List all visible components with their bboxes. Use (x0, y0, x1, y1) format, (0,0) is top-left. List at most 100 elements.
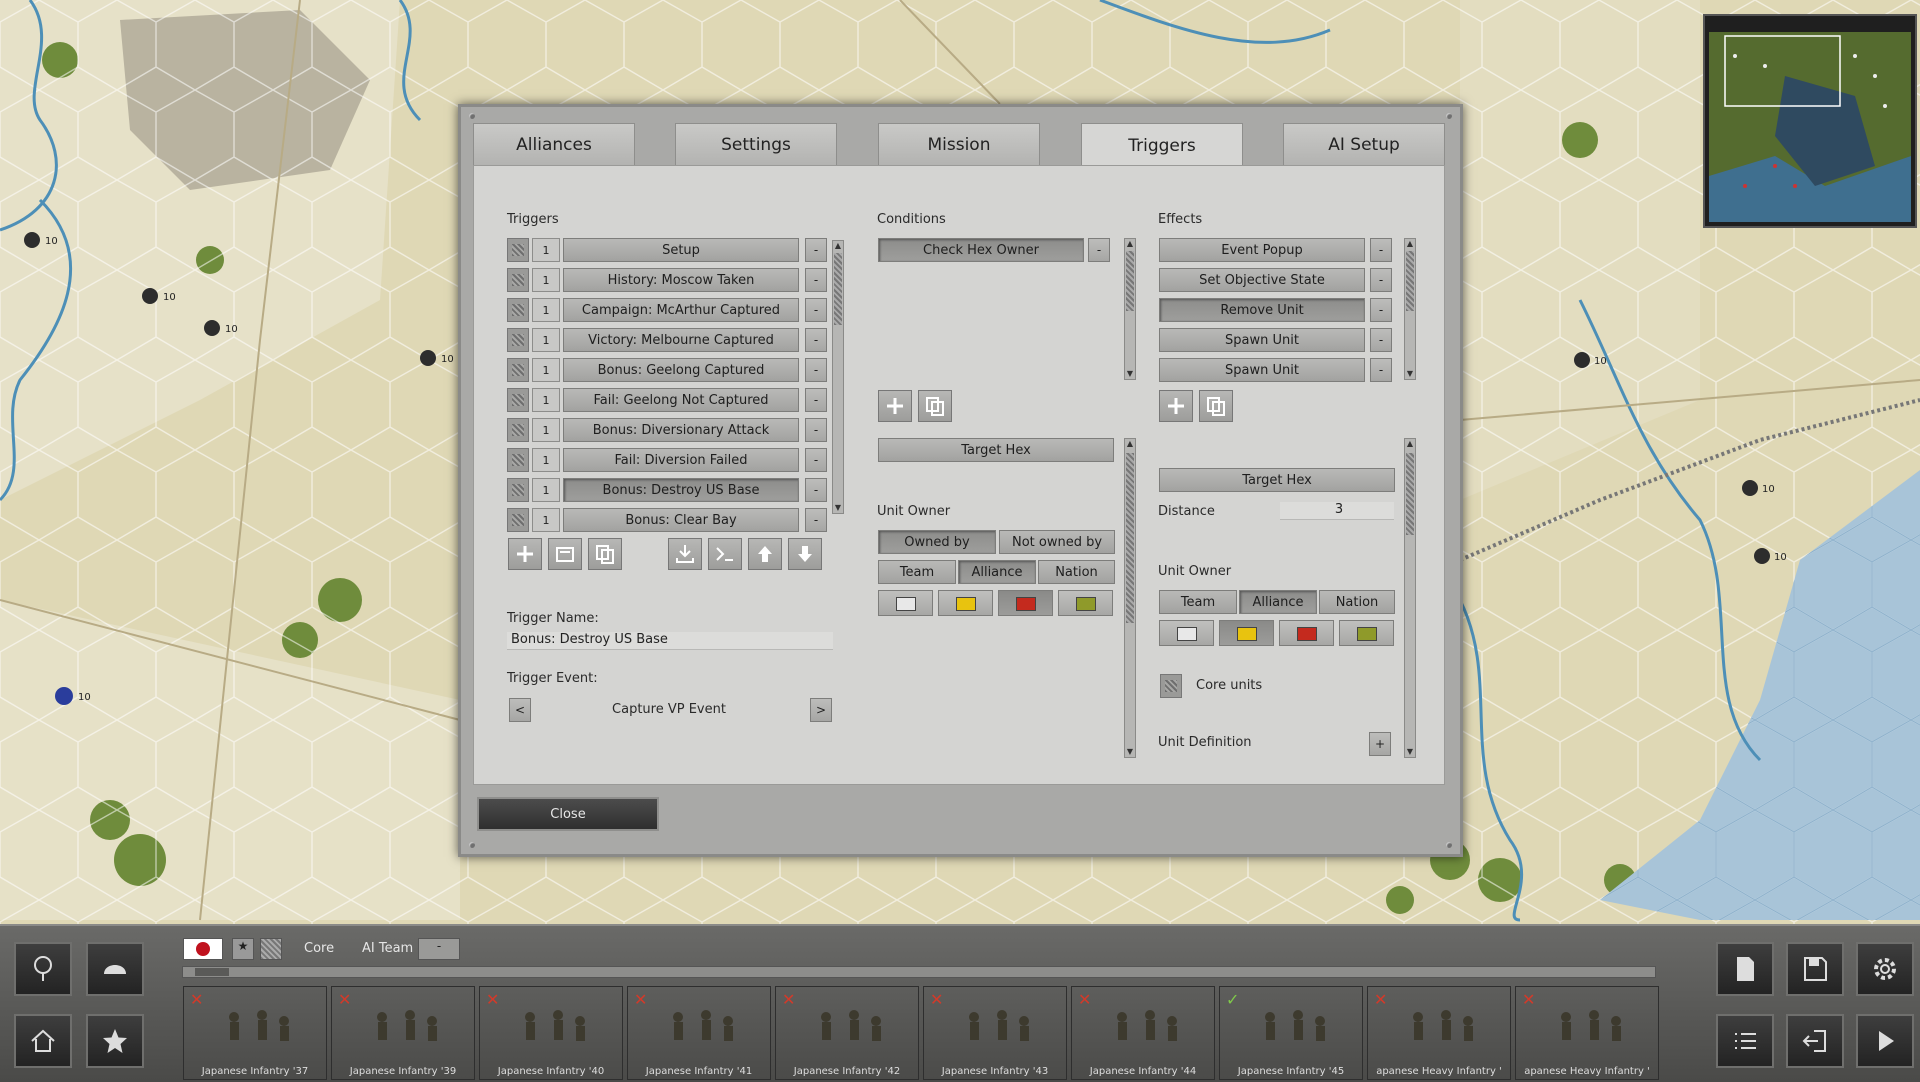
scroll-thumb[interactable] (834, 253, 842, 325)
condition-alliance-button[interactable]: Alliance (958, 560, 1036, 584)
japan-flag-icon[interactable] (183, 938, 223, 960)
duplicate-condition-button[interactable] (918, 390, 952, 422)
effect-remove-button[interactable]: - (1370, 268, 1392, 292)
scroll-down-icon[interactable]: ▼ (1125, 747, 1135, 757)
core-filter-checkbox[interactable] (260, 938, 282, 960)
trigger-remove-button[interactable]: - (805, 358, 827, 382)
trigger-item[interactable]: Bonus: Geelong Captured (563, 358, 799, 382)
move-down-button[interactable] (788, 538, 822, 570)
effect-color-red[interactable] (1279, 620, 1334, 646)
scroll-up-icon[interactable]: ▲ (833, 241, 843, 251)
add-trigger-button[interactable] (508, 538, 542, 570)
effect-remove-button[interactable]: - (1370, 298, 1392, 322)
trigger-remove-button[interactable]: - (805, 478, 827, 502)
trigger-item[interactable]: Fail: Geelong Not Captured (563, 388, 799, 412)
effect-remove-button[interactable]: - (1370, 238, 1392, 262)
effect-alliance-button[interactable]: Alliance (1239, 590, 1317, 614)
effects-scrollbar[interactable]: ▲ ▼ (1404, 238, 1416, 380)
distance-input[interactable]: 3 (1280, 502, 1394, 520)
condition-remove-button[interactable]: - (1088, 238, 1110, 262)
unit-list-scrollbar[interactable] (182, 966, 1656, 978)
duplicate-trigger-button[interactable] (588, 538, 622, 570)
rank-star-icon[interactable]: ★ (232, 938, 254, 960)
scroll-up-icon[interactable]: ▲ (1405, 439, 1415, 449)
trigger-count[interactable]: 1 (532, 478, 560, 502)
copy-trigger-button[interactable] (548, 538, 582, 570)
unit-definition-add-button[interactable]: + (1369, 732, 1391, 756)
effect-item[interactable]: Event Popup (1159, 238, 1365, 262)
trigger-count[interactable]: 1 (532, 448, 560, 472)
scroll-thumb[interactable] (195, 968, 229, 976)
trigger-item[interactable]: Campaign: McArthur Captured (563, 298, 799, 322)
condition-team-button[interactable]: Team (878, 560, 956, 584)
unit-card[interactable]: ✕ apanese Heavy Infantry ' (1367, 986, 1511, 1080)
settings-button[interactable] (1856, 942, 1914, 996)
scroll-down-icon[interactable]: ▼ (1405, 747, 1415, 757)
add-condition-button[interactable] (878, 390, 912, 422)
home-button[interactable] (14, 1014, 72, 1068)
unit-card[interactable]: ✕ apanese Heavy Infantry ' (1515, 986, 1659, 1080)
trigger-event-next-button[interactable]: > (810, 698, 832, 722)
conditions-scrollbar[interactable]: ▲ ▼ (1124, 238, 1136, 380)
tab-mission[interactable]: Mission (878, 123, 1040, 165)
file-button[interactable] (1716, 942, 1774, 996)
condition-color-white[interactable] (878, 590, 933, 616)
trigger-enabled-checkbox[interactable] (507, 298, 529, 322)
trigger-item[interactable]: Fail: Diversion Failed (563, 448, 799, 472)
trigger-enabled-checkbox[interactable] (507, 268, 529, 292)
condition-settings-scrollbar[interactable]: ▲ ▼ (1124, 438, 1136, 758)
trigger-count[interactable]: 1 (532, 268, 560, 292)
list-button[interactable] (1716, 1014, 1774, 1068)
effect-item[interactable]: Remove Unit (1159, 298, 1365, 322)
effect-nation-button[interactable]: Nation (1319, 590, 1395, 614)
scroll-up-icon[interactable]: ▲ (1125, 239, 1135, 249)
trigger-remove-button[interactable]: - (805, 298, 827, 322)
condition-color-red[interactable] (998, 590, 1053, 616)
scroll-up-icon[interactable]: ▲ (1405, 239, 1415, 249)
trigger-name-input[interactable]: Bonus: Destroy US Base (507, 632, 833, 650)
trigger-item[interactable]: History: Moscow Taken (563, 268, 799, 292)
trigger-enabled-checkbox[interactable] (507, 448, 529, 472)
ai-team-select[interactable]: - (418, 938, 460, 960)
effect-team-button[interactable]: Team (1159, 590, 1237, 614)
trigger-count[interactable]: 1 (532, 238, 560, 262)
owned-by-button[interactable]: Owned by (878, 530, 996, 554)
scroll-thumb[interactable] (1406, 251, 1414, 311)
effect-item[interactable]: Spawn Unit (1159, 358, 1365, 382)
trigger-count[interactable]: 1 (532, 388, 560, 412)
unit-card[interactable]: ✕ Japanese Infantry '37 (183, 986, 327, 1080)
trigger-remove-button[interactable]: - (805, 268, 827, 292)
scroll-thumb[interactable] (1126, 453, 1134, 623)
duplicate-effect-button[interactable] (1199, 390, 1233, 422)
trigger-enabled-checkbox[interactable] (507, 238, 529, 262)
scroll-thumb[interactable] (1406, 453, 1414, 535)
trigger-item[interactable]: Bonus: Destroy US Base (563, 478, 799, 502)
effect-color-olive[interactable] (1339, 620, 1394, 646)
trigger-item[interactable]: Bonus: Diversionary Attack (563, 418, 799, 442)
condition-nation-button[interactable]: Nation (1038, 560, 1115, 584)
trigger-item[interactable]: Bonus: Clear Bay (563, 508, 799, 532)
core-units-checkbox[interactable] (1160, 674, 1182, 698)
effect-color-white[interactable] (1159, 620, 1214, 646)
minimap[interactable] (1703, 14, 1917, 228)
trigger-remove-button[interactable]: - (805, 328, 827, 352)
trigger-count[interactable]: 1 (532, 508, 560, 532)
tab-alliances[interactable]: Alliances (473, 123, 635, 165)
effect-remove-button[interactable]: - (1370, 358, 1392, 382)
tab-triggers[interactable]: Triggers (1081, 123, 1243, 167)
trigger-enabled-checkbox[interactable] (507, 418, 529, 442)
trigger-count[interactable]: 1 (532, 328, 560, 352)
condition-item[interactable]: Check Hex Owner (878, 238, 1084, 262)
effect-color-yellow[interactable] (1219, 620, 1274, 646)
objective-button[interactable] (86, 1014, 144, 1068)
trigger-event-prev-button[interactable]: < (509, 698, 531, 722)
condition-color-yellow[interactable] (938, 590, 993, 616)
import-trigger-button[interactable] (668, 538, 702, 570)
tab-ai-setup[interactable]: AI Setup (1283, 123, 1445, 165)
unit-card[interactable]: ✕ Japanese Infantry '43 (923, 986, 1067, 1080)
exit-button[interactable] (1786, 1014, 1844, 1068)
condition-color-olive[interactable] (1058, 590, 1113, 616)
unit-card[interactable]: ✕ Japanese Infantry '39 (331, 986, 475, 1080)
unit-card[interactable]: ✕ Japanese Infantry '42 (775, 986, 919, 1080)
trigger-count[interactable]: 1 (532, 298, 560, 322)
